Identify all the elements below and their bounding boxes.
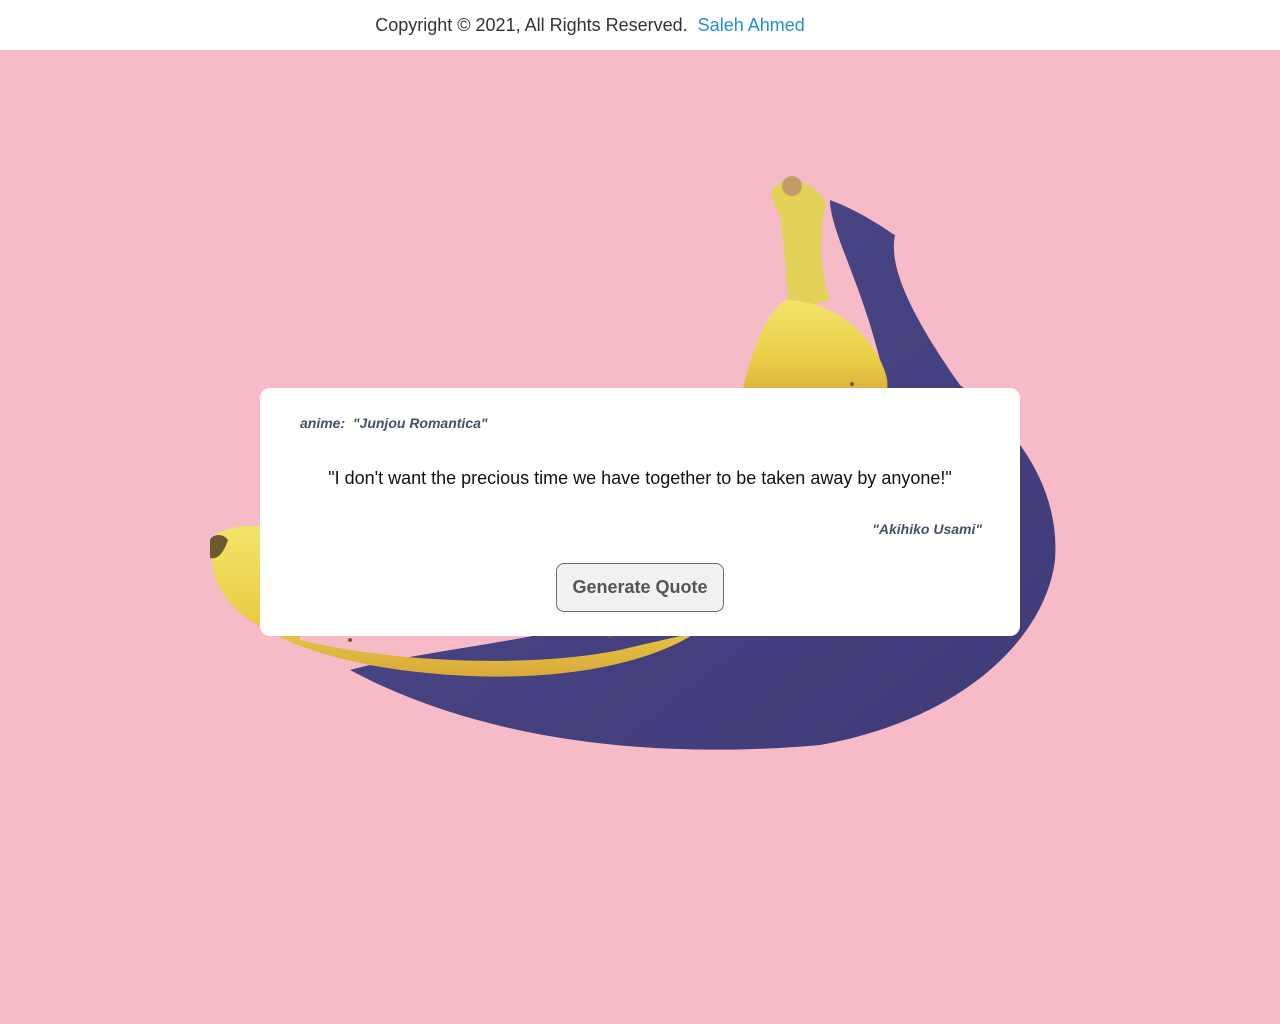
anime-title: "Junjou Romantica" [352, 415, 488, 431]
copyright-text-wrapper: Copyright © 2021, All Rights Reserved. S… [375, 15, 805, 36]
anime-label: anime: [300, 415, 346, 431]
quote-text: "I don't want the precious time we have … [328, 468, 952, 488]
anime-line: anime: "Junjou Romantica" [300, 415, 488, 431]
banana-stem [771, 179, 830, 310]
character-name: "Akihiko Usami" [872, 521, 982, 537]
generate-quote-button[interactable]: Generate Quote [556, 563, 724, 612]
copyright-bar: Copyright © 2021, All Rights Reserved. S… [0, 0, 1280, 50]
quote-card: anime: "Junjou Romantica" "I don't want … [260, 388, 1020, 636]
banana-upper [740, 300, 888, 400]
author-link[interactable]: Saleh Ahmed [698, 15, 805, 35]
copyright-text: Copyright © 2021, All Rights Reserved. [375, 14, 688, 35]
